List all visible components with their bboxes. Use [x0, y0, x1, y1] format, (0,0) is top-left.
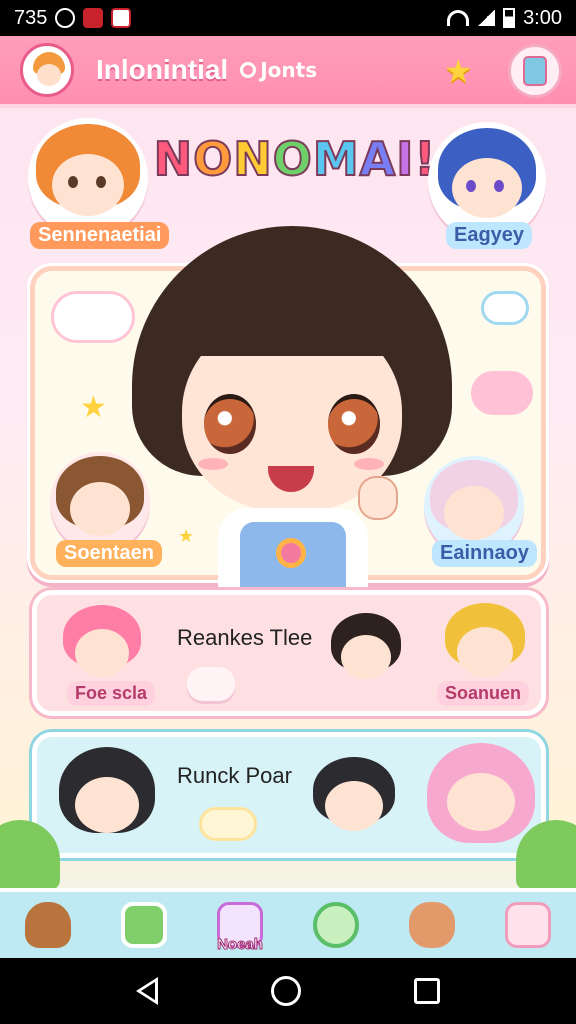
- app-notification-icon: [83, 8, 104, 28]
- recents-icon[interactable]: [413, 978, 440, 1004]
- title-letter: A: [359, 131, 397, 187]
- wifi-icon: [447, 10, 470, 26]
- row-1-pet[interactable]: [187, 667, 235, 701]
- cloud-decoration: [51, 291, 135, 343]
- main-card-right-label: Eainnaoy: [432, 540, 537, 567]
- row-1-right-label: Soanuen: [437, 681, 530, 706]
- character-row-2[interactable]: Runck Poar: [32, 732, 546, 858]
- row-2-char-center[interactable]: [309, 757, 399, 853]
- status-bar: 735 3:00: [0, 0, 576, 36]
- row-1-left-label: Foe scla: [67, 681, 156, 706]
- main-card-left-label: Soentaen: [56, 540, 163, 567]
- main-card-left-character[interactable]: [50, 452, 150, 552]
- title-letter: I: [395, 131, 415, 187]
- image-notification-icon: [111, 8, 132, 28]
- globe-icon: [313, 902, 359, 948]
- player-avatar[interactable]: [20, 43, 74, 97]
- cloud-decoration: [199, 807, 257, 841]
- status-left: 735: [14, 6, 132, 30]
- signal-icon: [477, 10, 496, 26]
- character-row-1[interactable]: Reankes Tlee Foe scla Soanuen: [32, 590, 546, 716]
- game-header: Inlonintial Jonts ★: [0, 36, 576, 108]
- waving-hand: [358, 476, 398, 520]
- row-1-char-right[interactable]: [441, 603, 529, 685]
- nav-bear-button[interactable]: [16, 895, 80, 955]
- header-currency: Jonts: [240, 58, 317, 82]
- title-letter: N: [232, 131, 273, 187]
- bear-icon: [25, 902, 71, 948]
- status-right: 3:00: [447, 7, 562, 30]
- status-time-left: 735: [14, 6, 48, 29]
- row-1-title: Reankes Tlee: [177, 625, 313, 650]
- title-letter: M: [312, 131, 360, 187]
- status-time: 3:00: [523, 6, 562, 29]
- cloud-decoration: [481, 291, 529, 325]
- title-letter: O: [192, 131, 234, 187]
- apron-badge-icon: [276, 538, 306, 568]
- back-icon[interactable]: [136, 977, 159, 1005]
- shop-cart-icon: [505, 902, 551, 948]
- left-hero-portrait[interactable]: [28, 118, 148, 238]
- nav-globe-button[interactable]: [304, 895, 368, 955]
- home-icon[interactable]: [270, 976, 301, 1006]
- battery-icon: [503, 8, 516, 28]
- shop-icon[interactable]: [508, 44, 562, 98]
- nav-center-button[interactable]: Noeah: [208, 895, 272, 955]
- row-2-char-left[interactable]: [55, 747, 159, 853]
- nav-tv-button[interactable]: [112, 895, 176, 955]
- system-nav-bar: [0, 958, 576, 1024]
- row-2-title: Runck Poar: [177, 763, 292, 788]
- main-character[interactable]: [132, 226, 452, 588]
- notification-icon: [55, 8, 76, 28]
- coin-icon: [240, 62, 257, 78]
- header-title: Inlonintial: [96, 54, 229, 85]
- nav-center-label: Noeah: [217, 936, 264, 954]
- bottom-nav: Noeah: [0, 888, 576, 958]
- title-letter: O: [272, 131, 313, 187]
- cloud-decoration: [471, 371, 533, 415]
- row-1-char-center[interactable]: [329, 613, 403, 699]
- title-letter: N: [153, 131, 194, 187]
- right-hero-label: Eagyey: [446, 222, 533, 249]
- dog-icon: [409, 902, 455, 948]
- tv-icon: [121, 902, 167, 948]
- header-subtitle: Jonts: [260, 58, 318, 82]
- game-title: NONOMAI!: [150, 131, 440, 187]
- sparkle-icon: ★: [80, 390, 107, 425]
- nav-dog-button[interactable]: [400, 895, 464, 955]
- row-1-char-left[interactable]: [59, 605, 145, 685]
- nav-shop-button[interactable]: [496, 895, 560, 955]
- star-icon[interactable]: ★: [444, 52, 473, 90]
